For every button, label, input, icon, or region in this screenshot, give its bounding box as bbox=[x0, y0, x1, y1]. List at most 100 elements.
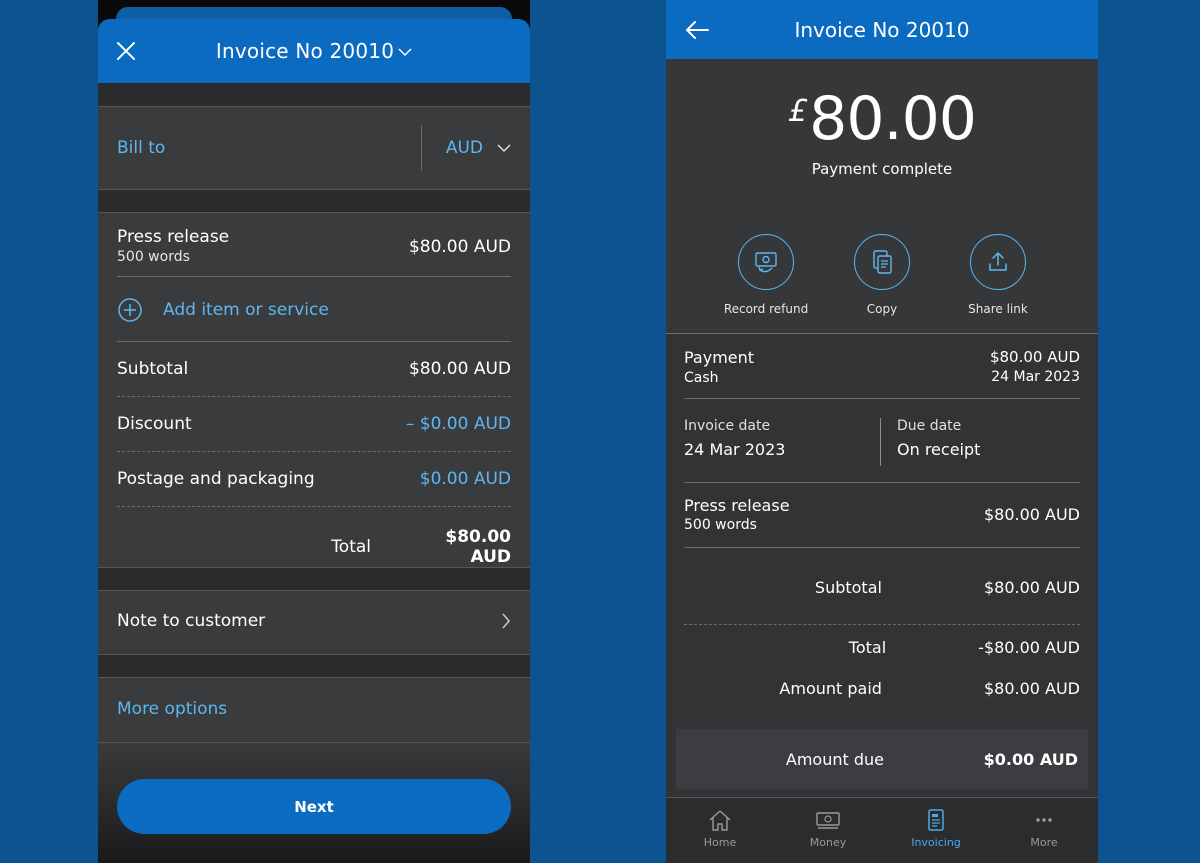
items-section: Press release 500 words $80.00 AUD Add i… bbox=[98, 212, 530, 568]
discount-value[interactable]: – $0.00 AUD bbox=[406, 414, 511, 434]
divider bbox=[684, 624, 1080, 625]
record-refund-label: Record refund bbox=[723, 302, 809, 316]
divider bbox=[420, 125, 422, 171]
line-item[interactable]: Press release 500 words $80.00 AUD bbox=[117, 227, 511, 265]
create-invoice-screen: Invoice No 20010 Bill to AUD Press relea… bbox=[98, 0, 530, 863]
subtotal-value: $80.00 AUD bbox=[983, 578, 1080, 597]
payment-label: Payment bbox=[684, 348, 755, 367]
payment-amount-value: $80.00 AUD bbox=[989, 348, 1080, 366]
divider bbox=[684, 398, 1080, 399]
item-name: Press release bbox=[117, 227, 230, 247]
divider bbox=[117, 506, 511, 507]
item-detail: 500 words bbox=[117, 249, 190, 265]
page-title: Invoice No 20010 bbox=[794, 17, 970, 42]
amount-paid-value: $80.00 AUD bbox=[983, 679, 1080, 698]
discount-label: Discount bbox=[117, 414, 192, 434]
gap bbox=[98, 190, 530, 212]
detail-header: Invoice No 20010 bbox=[666, 0, 1098, 59]
invoice-detail-screen: Invoice No 20010 £ 80.00 Payment complet… bbox=[666, 0, 1098, 863]
add-item-label: Add item or service bbox=[163, 300, 329, 320]
page-title: Invoice No 20010 bbox=[215, 39, 395, 63]
postage-value[interactable]: $0.00 AUD bbox=[420, 469, 511, 489]
note-section[interactable]: Note to customer bbox=[98, 590, 530, 655]
record-refund-icon bbox=[755, 252, 777, 273]
more-options-link[interactable]: More options bbox=[117, 699, 227, 719]
total-row: Total $80.00 AUD bbox=[117, 527, 511, 567]
sheet-header: Invoice No 20010 bbox=[98, 19, 530, 83]
money-icon bbox=[816, 812, 840, 829]
item-price: $80.00 AUD bbox=[983, 505, 1080, 524]
tab-invoicing-label: Invoicing bbox=[911, 836, 961, 849]
total-label: Total bbox=[331, 537, 371, 557]
due-date-label: Due date bbox=[897, 418, 962, 434]
invoice-date-label: Invoice date bbox=[684, 418, 771, 434]
invoice-date-value: 24 Mar 2023 bbox=[684, 440, 786, 459]
add-circle-icon bbox=[118, 298, 142, 322]
amount-paid-label: Amount paid bbox=[779, 679, 882, 698]
chevron-down-icon bbox=[398, 48, 412, 57]
add-item-button[interactable]: Add item or service bbox=[117, 297, 511, 323]
currency-value: AUD bbox=[445, 138, 483, 158]
payment-row: Payment Cash $80.00 AUD 24 Mar 2023 bbox=[684, 348, 1080, 386]
subtotal-value: $80.00 AUD bbox=[408, 359, 511, 379]
tab-money[interactable]: Money bbox=[774, 798, 882, 863]
copy-icon bbox=[873, 250, 892, 274]
divider bbox=[117, 396, 511, 397]
copy-button[interactable]: Copy bbox=[842, 234, 922, 316]
record-refund-button[interactable]: Record refund bbox=[723, 234, 809, 316]
chevron-down-icon bbox=[497, 144, 511, 153]
back-arrow-icon[interactable] bbox=[684, 18, 710, 42]
note-to-customer-label: Note to customer bbox=[117, 611, 266, 631]
divider bbox=[117, 451, 511, 452]
payment-status: Payment complete bbox=[811, 160, 953, 178]
total-value: $80.00 AUD bbox=[445, 527, 511, 567]
divider bbox=[684, 547, 1080, 548]
subtotal-row: Subtotal $80.00 AUD bbox=[117, 359, 511, 379]
divider bbox=[684, 482, 1080, 483]
bill-to-field[interactable]: Bill to bbox=[117, 138, 165, 158]
more-dots-icon bbox=[1036, 818, 1052, 822]
line-item: Press release 500 words $80.00 AUD bbox=[684, 496, 1080, 533]
postage-label: Postage and packaging bbox=[117, 469, 315, 489]
discount-row[interactable]: Discount – $0.00 AUD bbox=[117, 414, 511, 434]
subtotal-label: Subtotal bbox=[117, 359, 189, 379]
amount-due-value: $0.00 AUD bbox=[983, 749, 1078, 769]
home-icon bbox=[709, 810, 731, 831]
payment-amount: £ 80.00 bbox=[666, 84, 1098, 154]
tab-more[interactable]: More bbox=[990, 798, 1098, 863]
close-icon[interactable] bbox=[114, 39, 138, 63]
item-detail: 500 words bbox=[684, 517, 757, 533]
amount-value: 80.00 bbox=[809, 84, 977, 154]
tab-home-label: Home bbox=[703, 836, 737, 849]
more-options-section[interactable]: More options bbox=[98, 677, 530, 743]
divider bbox=[880, 418, 881, 466]
payment-method: Cash bbox=[684, 370, 719, 386]
subtotal-label: Subtotal bbox=[814, 578, 882, 597]
total-value: -$80.00 AUD bbox=[978, 638, 1080, 657]
tab-invoicing[interactable]: Invoicing bbox=[882, 798, 990, 863]
next-button[interactable]: Next bbox=[117, 779, 511, 834]
due-date-value: On receipt bbox=[897, 440, 981, 459]
gap bbox=[98, 83, 530, 106]
item-name: Press release bbox=[684, 496, 790, 515]
dates-row: Invoice date 24 Mar 2023 Due date On rec… bbox=[684, 418, 1080, 466]
gap bbox=[98, 568, 530, 590]
amount-due-row: Amount due $0.00 AUD bbox=[676, 729, 1088, 789]
amount-paid-row: Amount paid $80.00 AUD bbox=[684, 679, 1080, 698]
divider bbox=[117, 341, 511, 342]
invoice-title-dropdown[interactable]: Invoice No 20010 bbox=[216, 39, 412, 63]
postage-row[interactable]: Postage and packaging $0.00 AUD bbox=[117, 469, 511, 489]
share-link-button[interactable]: Share link bbox=[958, 234, 1038, 316]
tab-more-label: More bbox=[1030, 836, 1058, 849]
divider bbox=[117, 276, 511, 277]
currency-selector[interactable]: AUD bbox=[446, 138, 511, 158]
total-label: Total bbox=[848, 638, 887, 657]
tab-money-label: Money bbox=[809, 836, 847, 849]
gap bbox=[98, 655, 530, 677]
currency-symbol: £ bbox=[788, 94, 808, 129]
action-bar: Record refund Copy Share link bbox=[666, 234, 1098, 316]
tab-home[interactable]: Home bbox=[666, 798, 774, 863]
invoice-icon bbox=[928, 809, 944, 831]
bottom-tab-bar: Home Money Invoicing More bbox=[666, 797, 1098, 863]
invoice-sheet: Invoice No 20010 Bill to AUD Press relea… bbox=[98, 19, 530, 863]
